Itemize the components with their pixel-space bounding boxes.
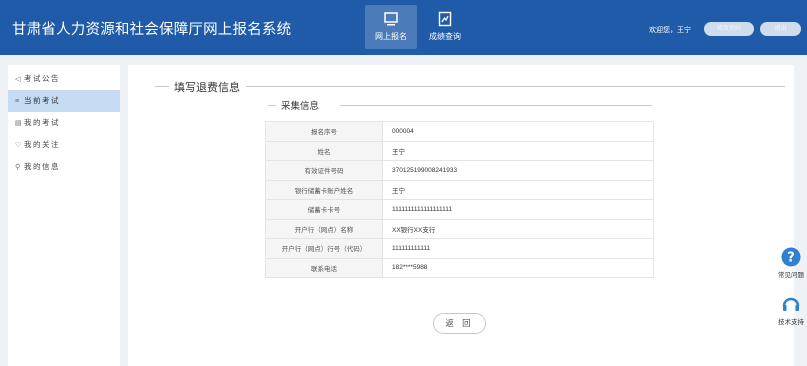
divider — [340, 105, 652, 106]
welcome-text: 欢迎您，王宁 — [649, 27, 691, 34]
field-label: 姓名 — [265, 140, 383, 161]
field-value: 王宁 — [382, 179, 654, 200]
sidebar-item-exam-notice[interactable]: ◁ 考试公告 — [8, 68, 120, 90]
sidebar-item-my-follows[interactable]: ♡ 我的关注 — [8, 134, 120, 156]
table-row: 报名序号 000004 — [265, 121, 654, 142]
logout-button[interactable]: 退出 — [760, 22, 801, 36]
sidebar-item-label: 我的信息 — [24, 162, 60, 171]
field-label: 储蓄卡卡号 — [265, 199, 383, 220]
table-row: 姓名 王宁 — [265, 140, 654, 161]
field-value: 000004 — [382, 121, 654, 142]
app-title: 甘肃省人力资源和社会保障厅网上报名系统 — [12, 22, 292, 38]
monitor-icon — [384, 12, 398, 26]
document-icon: ▤ — [15, 120, 22, 127]
field-value: XX银行XX支行 — [382, 218, 654, 239]
sidebar-item-my-info[interactable]: ⚲ 我的信息 — [8, 156, 120, 178]
sub-header: 采集信息 — [268, 98, 652, 112]
list-icon: ≡ — [15, 98, 20, 105]
nav-online-registration[interactable]: 网上报名 — [365, 5, 417, 49]
field-label: 开户行（网点）名称 — [265, 218, 383, 239]
table-row: 联系电话 182****5988 — [265, 257, 654, 278]
faq-button[interactable]: ? 常见问题 — [775, 247, 807, 279]
sidebar-item-my-exams[interactable]: ▤ 我的考试 — [8, 112, 120, 134]
headset-icon — [782, 297, 800, 311]
table-row: 银行储蓄卡账户姓名 王宁 — [265, 179, 654, 200]
info-table: 报名序号 000004 姓名 王宁 有效证件号码 370125199008241… — [265, 121, 654, 278]
sidebar-item-current-exam[interactable]: ≡ 当前考试 — [8, 90, 120, 112]
chart-icon — [438, 11, 452, 27]
user-icon: ⚲ — [15, 164, 21, 171]
question-icon: ? — [781, 247, 801, 267]
section-title: 填写退费信息 — [174, 79, 246, 95]
sub-title: 采集信息 — [281, 98, 326, 112]
svg-text:?: ? — [787, 251, 795, 266]
field-label: 银行储蓄卡账户姓名 — [265, 179, 383, 200]
divider — [268, 105, 276, 106]
field-value: 370125199008241933 — [382, 160, 654, 181]
top-bar: 甘肃省人力资源和社会保障厅网上报名系统 网上报名 成绩查询 欢迎您，王宁 修改密… — [0, 0, 807, 55]
field-value: 182****5988 — [382, 257, 654, 278]
field-label: 报名序号 — [265, 121, 383, 142]
field-value: 111111111111 — [382, 238, 654, 259]
sidebar-item-label: 考试公告 — [24, 74, 60, 83]
change-password-button[interactable]: 修改密码 — [704, 22, 754, 36]
nav-score-query[interactable]: 成绩查询 — [419, 5, 471, 49]
table-row: 储蓄卡卡号 1111111111111111111 — [265, 199, 654, 220]
heart-icon: ♡ — [15, 142, 22, 149]
megaphone-icon: ◁ — [15, 76, 21, 83]
support-label: 技术支持 — [778, 319, 804, 326]
back-button[interactable]: 返 回 — [433, 313, 486, 334]
nav-label: 网上报名 — [375, 32, 407, 41]
nav-label: 成绩查询 — [429, 32, 461, 41]
divider — [155, 86, 169, 87]
divider — [241, 86, 785, 87]
field-label: 有效证件号码 — [265, 160, 383, 181]
table-row: 开户行（网点）名称 XX银行XX支行 — [265, 218, 654, 239]
sidebar-item-label: 我的关注 — [24, 140, 60, 149]
sidebar-item-label: 当前考试 — [24, 96, 60, 105]
table-row: 开户行（网点）行号（代码） 111111111111 — [265, 238, 654, 259]
sidebar-item-label: 我的考试 — [24, 118, 60, 127]
field-value: 1111111111111111111 — [382, 199, 654, 220]
section-header: 填写退费信息 — [155, 79, 785, 95]
faq-label: 常见问题 — [778, 272, 804, 279]
sidebar: ◁ 考试公告 ≡ 当前考试 ▤ 我的考试 ♡ 我的关注 ⚲ 我的信息 — [8, 65, 120, 366]
table-row: 有效证件号码 370125199008241933 — [265, 160, 654, 181]
support-button[interactable]: 技术支持 — [775, 294, 807, 326]
field-label: 联系电话 — [265, 257, 383, 278]
field-value: 王宁 — [382, 140, 654, 161]
field-label: 开户行（网点）行号（代码） — [265, 238, 383, 259]
